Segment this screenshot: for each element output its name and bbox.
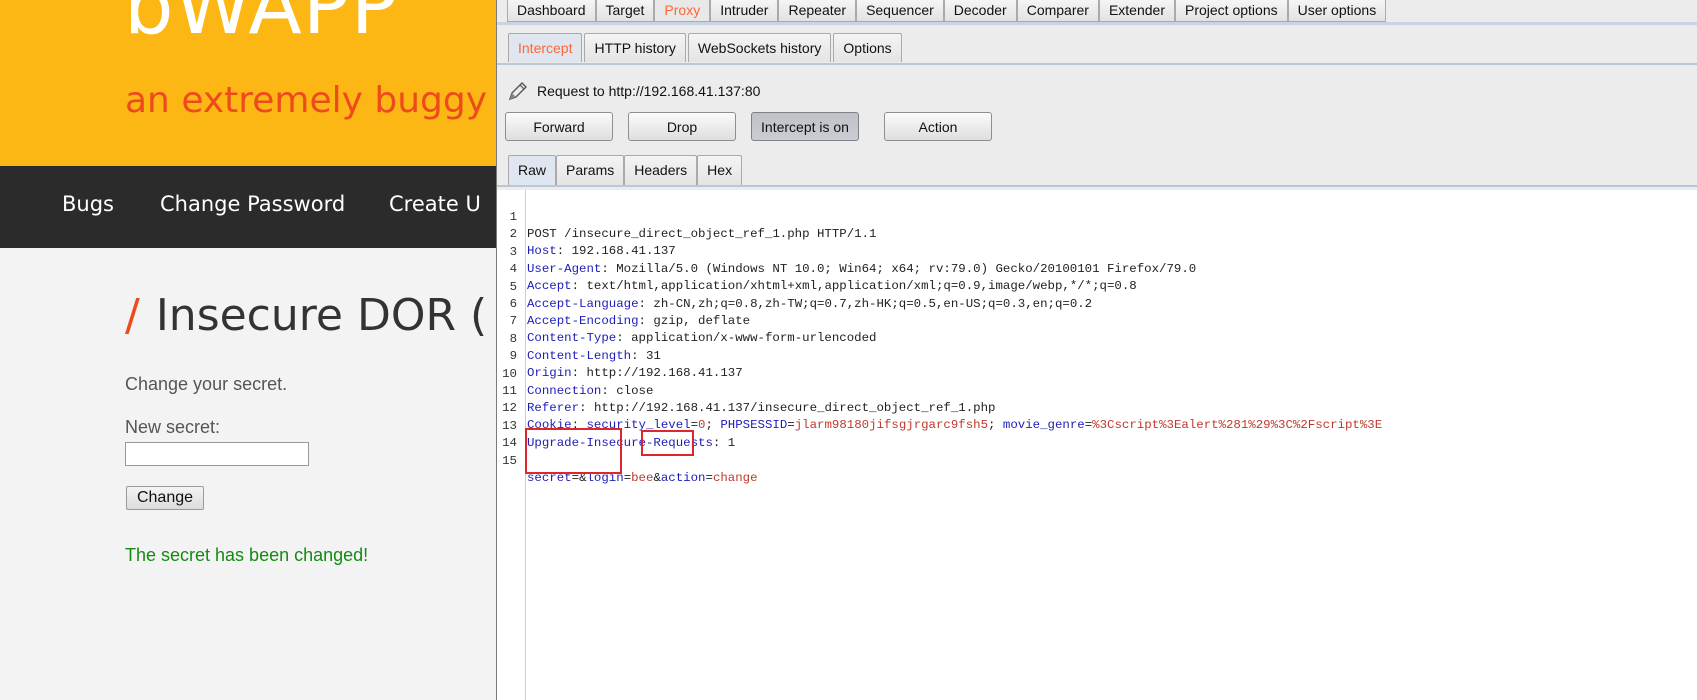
- bwapp-nav: Bugs Change Password Create U: [0, 166, 496, 248]
- tab-divider: [497, 22, 1697, 25]
- blank-line: 14: [497, 418, 1697, 450]
- burp-main-tabs: Dashboard Target Proxy Intruder Repeater…: [507, 0, 1387, 23]
- body-param-value: change: [712, 470, 758, 485]
- header-line: 3 User-Agent: Mozilla/5.0 (Windows NT 10…: [497, 227, 1697, 276]
- page-title-text: Insecure DOR (: [155, 290, 488, 341]
- nav-change-password[interactable]: Change Password: [160, 192, 345, 216]
- body-param-value: bee: [631, 470, 654, 485]
- new-secret-input[interactable]: [125, 442, 309, 466]
- page-title: / Insecure DOR (: [125, 290, 487, 341]
- header-line: 13 Upgrade-Insecure-Requests: 1: [497, 401, 1697, 450]
- new-secret-label: New secret:: [125, 417, 221, 437]
- nav-create-user[interactable]: Create U: [389, 192, 481, 216]
- body-param-name: login: [586, 470, 624, 485]
- raw-request-editor[interactable]: 1 POST /insecure_direct_object_ref_1.php…: [497, 190, 1697, 700]
- tab-repeater[interactable]: Repeater: [778, 0, 857, 22]
- tab-proxy[interactable]: Proxy: [654, 0, 711, 22]
- status-message: The secret has been changed!: [125, 545, 369, 565]
- tab-intruder[interactable]: Intruder: [710, 0, 779, 22]
- view-tab-hex[interactable]: Hex: [697, 155, 743, 185]
- pencil-icon[interactable]: [507, 80, 529, 102]
- header-line: 5 Accept-Language: zh-CN,zh;q=0.8,zh-TW;…: [497, 262, 1697, 311]
- header-line: 6 Accept-Encoding: gzip, deflate: [497, 279, 1697, 328]
- request-target-row: Request to http://192.168.41.137:80: [507, 80, 760, 102]
- tab-decoder[interactable]: Decoder: [943, 0, 1017, 22]
- line-number: 15: [502, 453, 517, 468]
- burp-window: Dashboard Target Proxy Intruder Repeater…: [496, 0, 1697, 700]
- bwapp-logo: bWAPP: [124, 0, 399, 52]
- forward-button[interactable]: Forward: [505, 112, 613, 141]
- body-line: 15 secret=&login=bee&action=change: [497, 436, 1697, 485]
- body-param-name: secret: [527, 470, 572, 485]
- request-line: 1 POST /insecure_direct_object_ref_1.php…: [497, 192, 1697, 241]
- request-target-label: Request to http://192.168.41.137:80: [537, 83, 761, 99]
- page-subtitle: Change your secret.: [125, 374, 288, 394]
- change-button[interactable]: Change: [126, 486, 204, 510]
- header-line: 2 Host: 192.168.41.137: [497, 209, 1697, 258]
- tab-extender[interactable]: Extender: [1098, 0, 1175, 22]
- subtab-options[interactable]: Options: [833, 33, 902, 62]
- tab-user-options[interactable]: User options: [1287, 0, 1387, 22]
- tab-project-options[interactable]: Project options: [1175, 0, 1288, 22]
- view-tab-raw[interactable]: Raw: [508, 155, 557, 185]
- tab-dashboard[interactable]: Dashboard: [507, 0, 596, 22]
- bwapp-tagline: an extremely buggy: [125, 80, 488, 121]
- header-line: 10 Connection: close: [497, 349, 1697, 398]
- tab-sequencer[interactable]: Sequencer: [856, 0, 944, 22]
- nav-bugs[interactable]: Bugs: [62, 192, 114, 216]
- header-line: 8 Content-Length: 31: [497, 314, 1697, 363]
- header-line: 4 Accept: text/html,application/xhtml+xm…: [497, 244, 1697, 293]
- subtab-http-history[interactable]: HTTP history: [584, 33, 686, 62]
- subtab-intercept[interactable]: Intercept: [508, 33, 583, 62]
- bwapp-page: bWAPP an extremely buggy Bugs Change Pas…: [0, 0, 496, 700]
- view-tab-params[interactable]: Params: [556, 155, 625, 185]
- intercept-toggle-button[interactable]: Intercept is on: [751, 112, 859, 141]
- tab-target[interactable]: Target: [595, 0, 655, 22]
- message-view-tabs: Raw Params Headers Hex: [508, 155, 743, 186]
- view-tab-headers[interactable]: Headers: [624, 155, 698, 185]
- subtab-divider: [497, 63, 1697, 65]
- body-param-name: action: [660, 470, 706, 485]
- cookie-line: 12 Cookie: security_level=0; PHPSESSID=j…: [497, 383, 1697, 432]
- header-line: 7 Content-Type: application/x-www-form-u…: [497, 296, 1697, 345]
- header-line: 11 Referer: http://192.168.41.137/insecu…: [497, 366, 1697, 415]
- drop-button[interactable]: Drop: [628, 112, 736, 141]
- bwapp-header: bWAPP an extremely buggy: [0, 0, 496, 166]
- proxy-subtabs: Intercept HTTP history WebSockets histor…: [508, 33, 904, 64]
- tab-comparer[interactable]: Comparer: [1016, 0, 1099, 22]
- view-divider: [497, 185, 1697, 187]
- subtab-websockets-history[interactable]: WebSockets history: [687, 33, 832, 62]
- action-button[interactable]: Action: [884, 112, 992, 141]
- title-slash: /: [125, 290, 140, 341]
- header-line: 9 Origin: http://192.168.41.137: [497, 331, 1697, 380]
